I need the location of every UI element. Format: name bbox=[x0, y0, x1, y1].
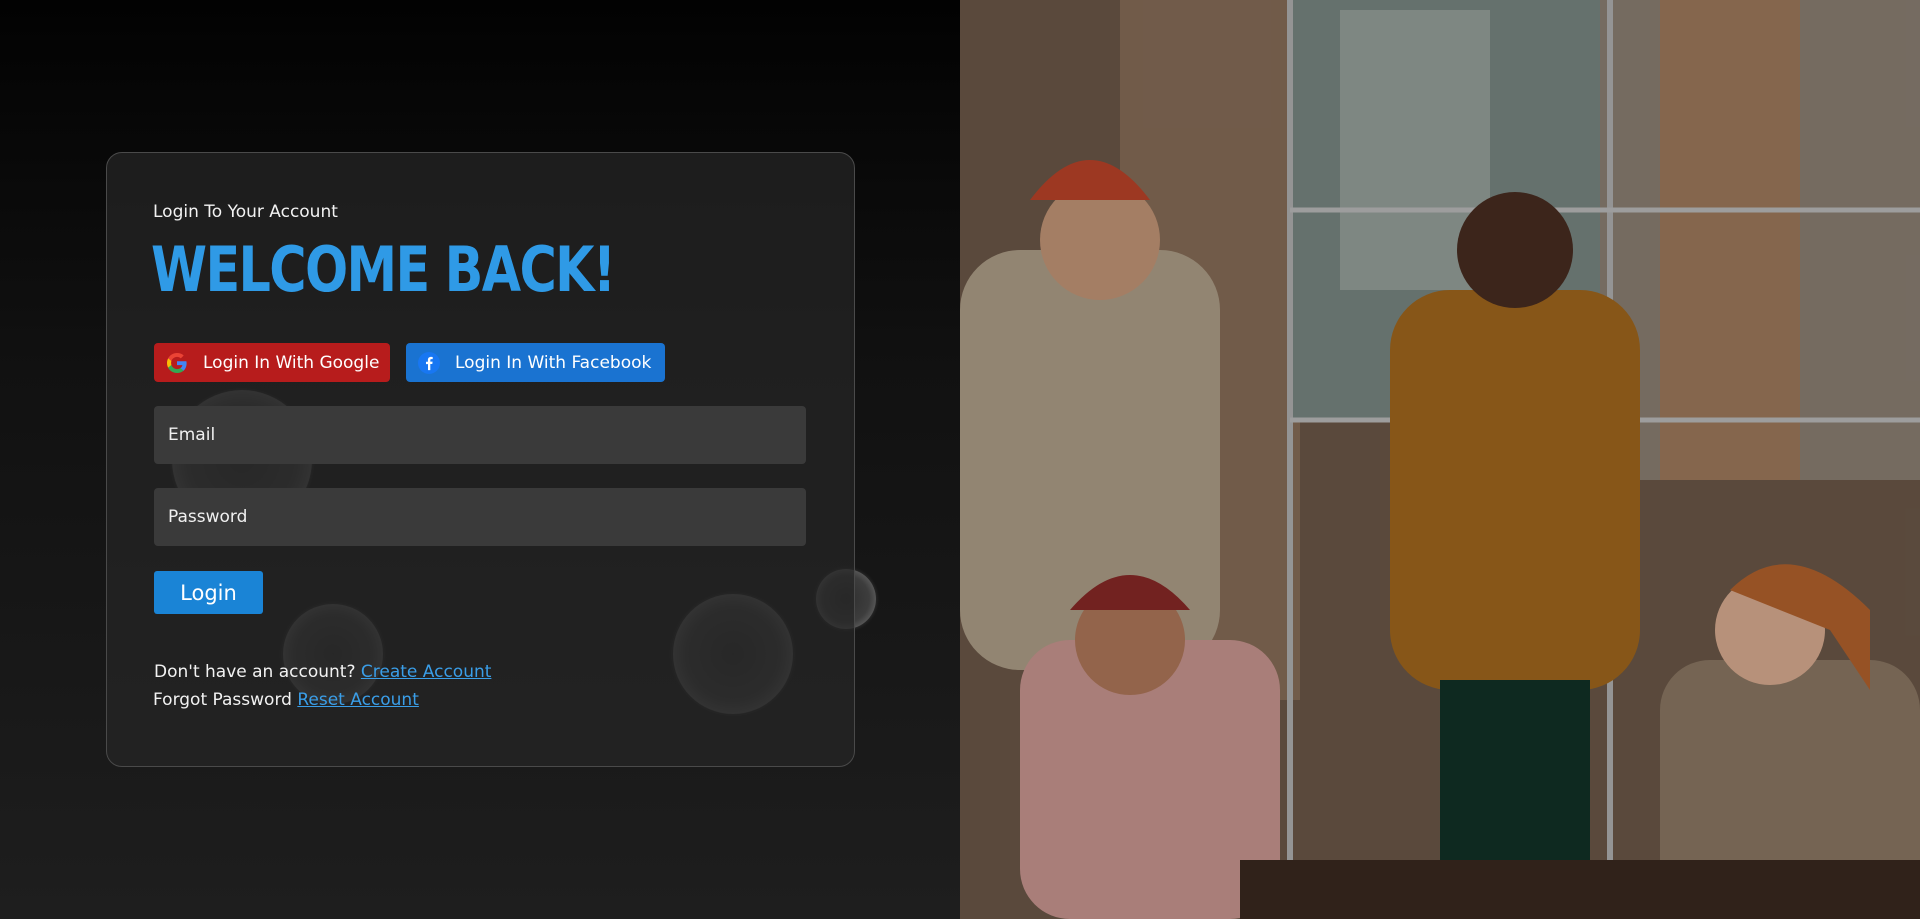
login-pane: Login To Your Account WELCOME BACK! Logi… bbox=[0, 0, 960, 919]
forgot-line: Forgot Password Reset Account bbox=[153, 690, 419, 710]
create-account-link[interactable]: Create Account bbox=[361, 662, 492, 682]
email-field[interactable]: Email bbox=[154, 406, 806, 464]
password-placeholder: Password bbox=[168, 507, 248, 527]
login-button[interactable]: Login bbox=[154, 571, 263, 614]
hero-illustration bbox=[960, 0, 1920, 919]
google-login-button[interactable]: Login In With Google bbox=[154, 343, 390, 382]
google-icon bbox=[165, 351, 189, 375]
login-subtitle: Login To Your Account bbox=[153, 202, 338, 222]
password-field[interactable]: Password bbox=[154, 488, 806, 546]
facebook-login-button[interactable]: Login In With Facebook bbox=[406, 343, 665, 382]
signup-line: Don't have an account? Create Account bbox=[154, 662, 491, 682]
hero-image bbox=[960, 0, 1920, 919]
facebook-icon bbox=[417, 351, 441, 375]
reset-account-link[interactable]: Reset Account bbox=[297, 690, 419, 710]
facebook-login-label: Login In With Facebook bbox=[455, 352, 652, 373]
page-title: WELCOME BACK! bbox=[151, 233, 616, 306]
email-placeholder: Email bbox=[168, 425, 216, 445]
signup-prompt: Don't have an account? bbox=[154, 662, 356, 682]
google-login-label: Login In With Google bbox=[203, 352, 380, 373]
forgot-prompt: Forgot Password bbox=[153, 690, 292, 710]
